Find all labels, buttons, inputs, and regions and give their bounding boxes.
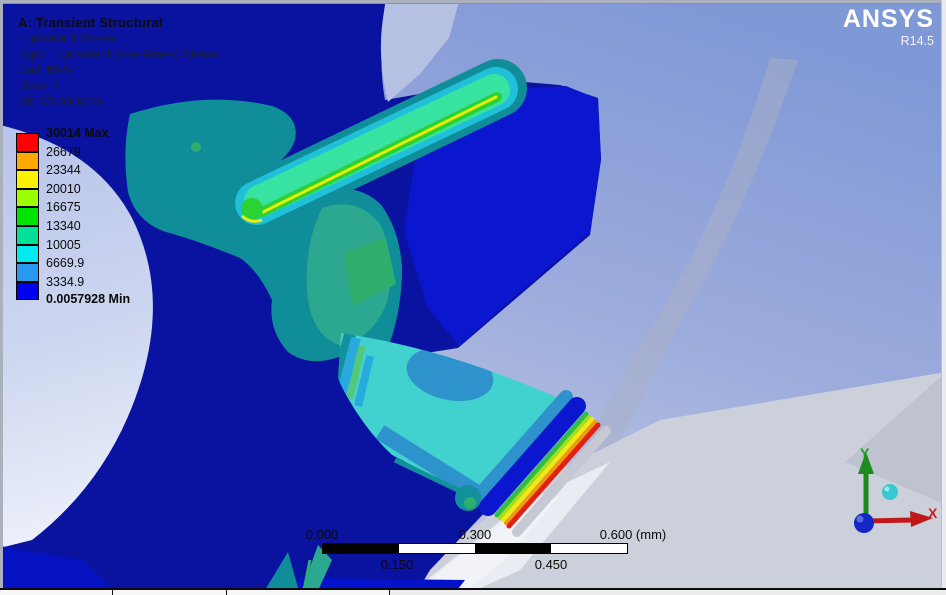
brand-name: ANSYS <box>843 6 934 32</box>
table-cell <box>390 590 946 595</box>
scale-tick-300: 0.300 <box>459 527 492 542</box>
ansys-mechanical-viewport-window: Y X A: Transient Structural Equivalent S… <box>0 0 946 595</box>
table-cell <box>113 590 227 595</box>
legend-label: 20010 <box>46 182 166 197</box>
legend-chip <box>16 152 39 171</box>
sphere-highlight <box>857 516 864 523</box>
legend-label: 23344 <box>46 163 166 178</box>
legend-max-label: 30014 Max <box>46 126 166 141</box>
legend-chip <box>16 170 39 189</box>
result-time: Time: 1 <box>18 78 218 94</box>
legend-label: 10005 <box>46 238 166 253</box>
scale-bar <box>322 543 628 554</box>
scale-segment <box>323 544 399 553</box>
legend-chip <box>16 226 39 245</box>
stress-spot-green-dot <box>191 142 201 152</box>
scale-segment <box>551 544 627 553</box>
legend-chip <box>16 245 39 264</box>
legend-chip <box>16 189 39 208</box>
table-cell <box>227 590 390 595</box>
iso-view-sphere[interactable] <box>882 484 898 500</box>
legend-chip <box>16 282 39 301</box>
window-border-right <box>941 0 946 595</box>
legend-min-label: 0.0057928 Min <box>46 292 166 307</box>
stress-spot-green-lower <box>464 497 476 509</box>
scale-segment <box>475 544 551 553</box>
result-name: Equivalent Stress <box>18 30 218 46</box>
legend-label: 3334.9 <box>46 275 166 290</box>
legend-chip <box>16 263 39 282</box>
scale-tick-600: 0.600 (mm) <box>600 527 666 542</box>
scale-segment <box>399 544 475 553</box>
y-axis-label: Y <box>860 445 870 461</box>
brand-version: R14.5 <box>843 34 934 48</box>
legend-label: 16675 <box>46 200 166 215</box>
x-axis-label: X <box>928 505 938 521</box>
scale-tick-150: 0.150 <box>381 557 414 572</box>
window-border-left <box>0 0 3 595</box>
iso-sphere-highlight <box>885 487 890 492</box>
table-cell <box>0 590 113 595</box>
z-axis-origin-sphere <box>854 513 874 533</box>
legend-label: 26679 <box>46 145 166 160</box>
ansys-logo: ANSYS R14.5 <box>843 6 934 48</box>
scale-tick-450: 0.450 <box>535 557 568 572</box>
legend-chip <box>16 133 39 152</box>
legend-label: 6669.9 <box>46 256 166 271</box>
legend-label: 13340 <box>46 219 166 234</box>
result-timestamp: 2014/10/8 8:20 <box>18 94 218 110</box>
window-border-top <box>0 0 946 4</box>
result-unit: Unit: MPa <box>18 62 218 78</box>
legend-chip <box>16 207 39 226</box>
result-header: A: Transient Structural Equivalent Stres… <box>18 15 218 110</box>
scale-tick-0: 0.000 <box>306 527 339 542</box>
tabular-data-strip <box>0 590 946 595</box>
result-type: Type: Equivalent (von-Mises) Stress <box>18 46 218 62</box>
analysis-title: A: Transient Structural <box>18 15 218 30</box>
